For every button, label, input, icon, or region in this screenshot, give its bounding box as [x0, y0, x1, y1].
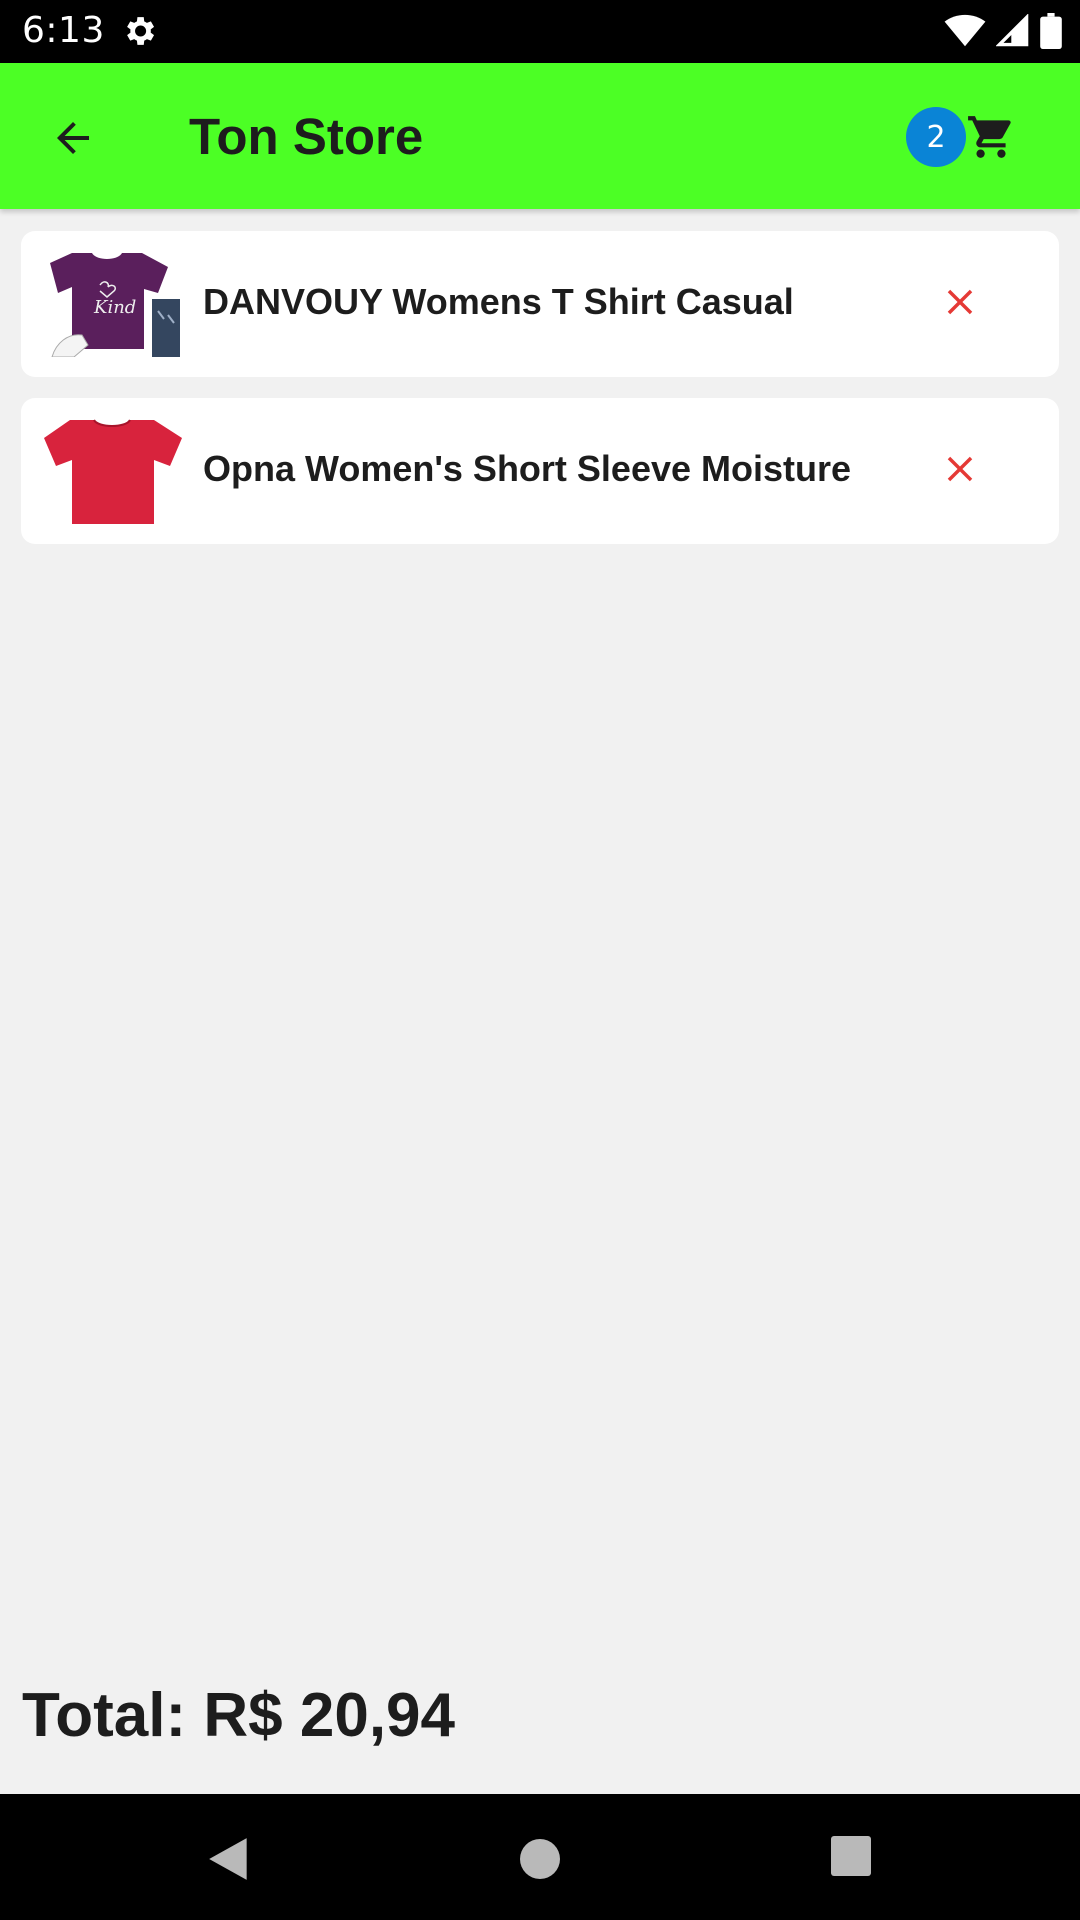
- remove-item-button[interactable]: [939, 448, 981, 490]
- arrow-back-icon: [57, 122, 89, 154]
- nav-recents-icon[interactable]: [831, 1836, 871, 1876]
- back-button[interactable]: [40, 105, 106, 171]
- cart-total: Total: R$ 20,94: [22, 1681, 456, 1750]
- remove-item-button[interactable]: [939, 281, 981, 323]
- cart-list: Kind DANVOUY Womens T Shirt Casual Opna …: [21, 231, 1059, 565]
- cart-icon[interactable]: [966, 111, 1016, 163]
- item-title: DANVOUY Womens T Shirt Casual: [203, 281, 794, 322]
- battery-icon: [1040, 13, 1062, 49]
- cart-item: Opna Women's Short Sleeve Moisture: [21, 398, 1059, 544]
- nav-home-icon[interactable]: [520, 1839, 560, 1879]
- gear-icon: [127, 17, 155, 45]
- nav-back-icon[interactable]: [205, 1834, 255, 1884]
- product-image: [42, 418, 182, 524]
- cart-count-badge: 2: [906, 107, 966, 167]
- system-nav-bar: [0, 1794, 1080, 1920]
- status-bar: 6:13: [0, 0, 1080, 63]
- product-image: Kind: [42, 251, 182, 357]
- wifi-icon: [944, 14, 986, 47]
- status-icons: [944, 12, 1062, 50]
- svg-text:Kind: Kind: [93, 297, 136, 318]
- item-title: Opna Women's Short Sleeve Moisture: [203, 448, 852, 489]
- cart-item: Kind DANVOUY Womens T Shirt Casual: [21, 231, 1059, 377]
- status-time: 6:13: [22, 10, 105, 51]
- app-bar: Ton Store 2: [0, 63, 1080, 209]
- page-title: Ton Store: [189, 108, 424, 165]
- cell-signal-icon: [996, 14, 1029, 47]
